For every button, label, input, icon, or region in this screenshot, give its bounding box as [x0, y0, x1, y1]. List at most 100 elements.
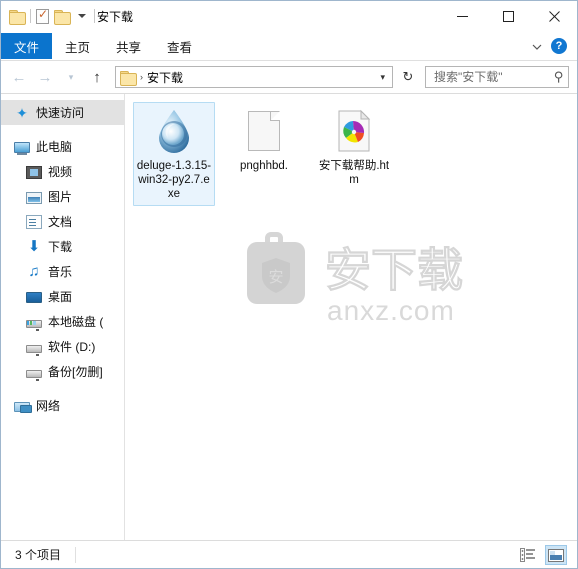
file-name: deluge-1.3.15-win32-py2.7.exe: [136, 160, 212, 200]
sidebar-item-quick-access[interactable]: ✦ 快速访问: [1, 100, 124, 125]
sidebar-item-label: 视频: [48, 165, 73, 179]
sidebar-item-downloads[interactable]: ⬇ 下载: [1, 234, 124, 259]
window-body: ✦ 快速访问 此电脑 视频 图片 文档 ⬇ 下载 ♫ 音乐 桌面 本地磁盘 (…: [1, 93, 577, 540]
sidebar-item-label: 本地磁盘 (: [48, 315, 104, 329]
sidebar-item-label: 音乐: [48, 265, 73, 279]
sidebar-item-local-disk[interactable]: 本地磁盘 (: [1, 309, 124, 334]
file-grid: deluge-1.3.15-win32-py2.7.exe pnghhbd. 安…: [125, 94, 577, 208]
quick-access-toolbar: [9, 7, 95, 25]
svg-text:安: 安: [268, 268, 283, 286]
help-icon[interactable]: ?: [551, 38, 567, 54]
chevron-down-icon[interactable]: [531, 40, 543, 52]
tab-share[interactable]: 共享: [103, 33, 154, 59]
search-icon[interactable]: ⚲: [554, 69, 564, 85]
ribbon-right-controls: ?: [531, 31, 573, 61]
file-name: pnghhbd.: [240, 160, 288, 172]
deluge-droplet-icon: [150, 107, 198, 155]
drive-icon: [26, 345, 42, 356]
blank-page-icon: [240, 107, 288, 155]
sidebar-item-desktop[interactable]: 桌面: [1, 284, 124, 309]
file-list-pane[interactable]: 安 安下载 anxz.com deluge-1.3.15-win32-py2.7…: [125, 94, 577, 540]
file-explorer-window: 安下载 文件 主页 共享 查看: [0, 0, 578, 569]
maximize-icon: [502, 10, 514, 22]
tab-file[interactable]: 文件: [1, 33, 53, 59]
sidebar-item-software-drive[interactable]: 软件 (D:): [1, 334, 124, 359]
back-button[interactable]: ←: [7, 65, 31, 89]
watermark-text: 安下载: [325, 243, 463, 297]
html-document-icon: [330, 107, 378, 155]
address-bar: ← → ▾ ↑ › 安下载 ▾ ↻ ⚲: [1, 61, 577, 93]
chevron-down-icon[interactable]: ▾: [377, 72, 388, 83]
navigation-pane: ✦ 快速访问 此电脑 视频 图片 文档 ⬇ 下载 ♫ 音乐 桌面 本地磁盘 (…: [1, 94, 125, 540]
watermark-subtext: anxz.com: [327, 295, 455, 326]
chevron-down-icon[interactable]: [78, 14, 86, 18]
sidebar-item-label: 软件 (D:): [48, 340, 96, 354]
desktop-icon: [26, 292, 42, 303]
sidebar-item-documents[interactable]: 文档: [1, 209, 124, 234]
sidebar-item-pictures[interactable]: 图片: [1, 184, 124, 209]
minimize-button[interactable]: [439, 1, 485, 31]
sidebar-item-label: 图片: [48, 190, 73, 204]
toolbar-divider: [30, 9, 31, 23]
recent-locations-button[interactable]: ▾: [59, 65, 83, 89]
details-view-button[interactable]: [517, 545, 539, 565]
search-input[interactable]: [432, 69, 555, 85]
music-icon: ♫: [28, 262, 40, 280]
toolbar-divider: [94, 9, 95, 23]
tab-home[interactable]: 主页: [52, 33, 103, 59]
computer-icon: [14, 142, 30, 155]
properties-icon[interactable]: [36, 7, 49, 24]
sidebar-item-label: 快速访问: [36, 106, 85, 120]
view-buttons: [517, 541, 567, 569]
system-drive-icon: [26, 320, 42, 331]
ribbon-tabs: 文件 主页 共享 查看 ?: [1, 31, 577, 61]
sidebar-item-label: 备份[勿删]: [48, 365, 103, 379]
maximize-button[interactable]: [485, 1, 531, 31]
pictures-icon: [26, 191, 42, 204]
sidebar-item-label: 桌面: [48, 290, 73, 304]
search-box[interactable]: ⚲: [425, 66, 569, 88]
watermark-logo: 安 安下载 anxz.com: [247, 232, 464, 326]
details-view-icon: [520, 548, 535, 562]
sidebar-item-videos[interactable]: 视频: [1, 159, 124, 184]
file-item[interactable]: 安下载帮助.htm: [313, 102, 395, 206]
sidebar-item-this-pc[interactable]: 此电脑: [1, 134, 124, 159]
sidebar-item-label: 网络: [36, 399, 61, 413]
drive-icon: [26, 370, 42, 381]
title-bar: 安下载: [1, 1, 577, 31]
window-title: 安下载: [97, 9, 134, 24]
sidebar-item-label: 此电脑: [36, 140, 73, 154]
large-icons-view-icon: [548, 548, 564, 562]
breadcrumb-bar[interactable]: › 安下载 ▾: [115, 66, 393, 88]
minimize-icon: [456, 15, 468, 17]
new-folder-icon[interactable]: [54, 9, 71, 25]
sidebar-item-backup-drive[interactable]: 备份[勿删]: [1, 359, 124, 384]
close-button[interactable]: [531, 1, 577, 31]
status-bar: 3 个项目: [1, 540, 577, 568]
file-item[interactable]: pnghhbd.: [223, 102, 305, 206]
window-controls: [439, 1, 577, 31]
forward-button[interactable]: →: [33, 65, 57, 89]
folder-icon: [120, 70, 137, 86]
tab-view[interactable]: 查看: [154, 33, 205, 59]
item-count-label: 3 个项目: [15, 548, 62, 562]
sidebar-item-label: 文档: [48, 215, 73, 229]
star-icon: ✦: [16, 104, 28, 121]
sidebar-item-label: 下载: [48, 240, 73, 254]
close-icon: [548, 10, 560, 22]
folder-icon[interactable]: [9, 9, 26, 25]
large-icons-view-button[interactable]: [545, 545, 567, 565]
network-icon: [14, 402, 32, 413]
up-button[interactable]: ↑: [85, 65, 109, 89]
breadcrumb-current[interactable]: 安下载: [147, 69, 183, 86]
sidebar-item-music[interactable]: ♫ 音乐: [1, 259, 124, 284]
sidebar-item-network[interactable]: 网络: [1, 393, 124, 418]
breadcrumb-separator: ›: [140, 72, 143, 82]
file-name: 安下载帮助.htm: [318, 160, 390, 186]
downloads-icon: ⬇: [27, 237, 41, 255]
file-item[interactable]: deluge-1.3.15-win32-py2.7.exe: [133, 102, 215, 206]
refresh-button[interactable]: ↻: [397, 66, 419, 88]
videos-icon: [26, 165, 42, 179]
